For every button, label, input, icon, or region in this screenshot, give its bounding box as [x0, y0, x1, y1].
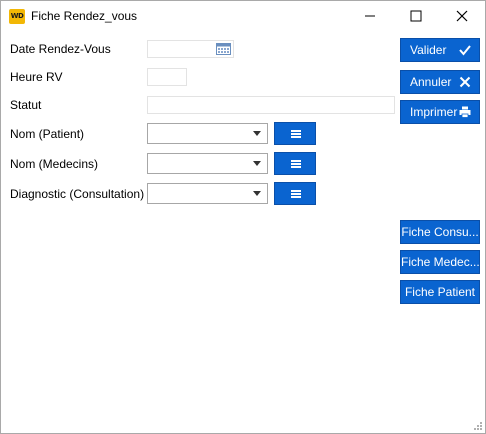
list-icon [291, 130, 301, 138]
title-bar[interactable]: WD Fiche Rendez_vous [1, 1, 485, 31]
window-title: Fiche Rendez_vous [31, 9, 138, 23]
fiche-patient-button[interactable]: Fiche Patient [400, 280, 480, 304]
date-rdv-label: Date Rendez-Vous [10, 42, 111, 56]
fiche-medecin-button[interactable]: Fiche Medec... [400, 250, 480, 274]
diagnostic-select[interactable] [147, 183, 268, 204]
close-window-button[interactable] [439, 1, 485, 31]
minimize-button[interactable] [347, 1, 393, 31]
annuler-label: Annuler [410, 75, 452, 89]
heure-rv-label: Heure RV [10, 70, 63, 84]
minimize-icon [365, 15, 375, 17]
patient-list-button[interactable] [274, 122, 316, 145]
patient-select[interactable] [147, 123, 268, 144]
imprimer-button[interactable]: Imprimer [400, 100, 480, 124]
medecins-list-button[interactable] [274, 152, 316, 175]
diagnostic-label: Diagnostic (Consultation) [10, 187, 145, 201]
check-icon [459, 45, 471, 56]
diagnostic-list-button[interactable] [274, 182, 316, 205]
fiche-consultation-button[interactable]: Fiche Consu... [400, 220, 480, 244]
maximize-icon [410, 10, 422, 22]
chevron-down-icon [253, 161, 261, 166]
close-icon [459, 76, 471, 88]
heure-rv-input[interactable] [147, 68, 187, 86]
window: WD Fiche Rendez_vous Date Rendez-Vous He… [0, 0, 486, 434]
medecins-label: Nom (Medecins) [10, 157, 99, 171]
list-icon [291, 190, 301, 198]
resize-grip-icon[interactable] [471, 419, 483, 431]
maximize-button[interactable] [393, 1, 439, 31]
patient-label: Nom (Patient) [10, 127, 85, 141]
valider-label: Valider [410, 43, 447, 57]
statut-input[interactable] [147, 96, 395, 114]
valider-button[interactable]: Valider [400, 38, 480, 62]
statut-label: Statut [10, 98, 42, 112]
printer-icon [459, 106, 471, 118]
annuler-button[interactable]: Annuler [400, 70, 480, 94]
calendar-icon[interactable] [216, 42, 231, 55]
chevron-down-icon [253, 131, 261, 136]
close-icon [456, 10, 468, 22]
imprimer-label: Imprimer [410, 105, 458, 119]
list-icon [291, 160, 301, 168]
app-logo-icon: WD [9, 9, 25, 24]
chevron-down-icon [253, 191, 261, 196]
medecins-select[interactable] [147, 153, 268, 174]
